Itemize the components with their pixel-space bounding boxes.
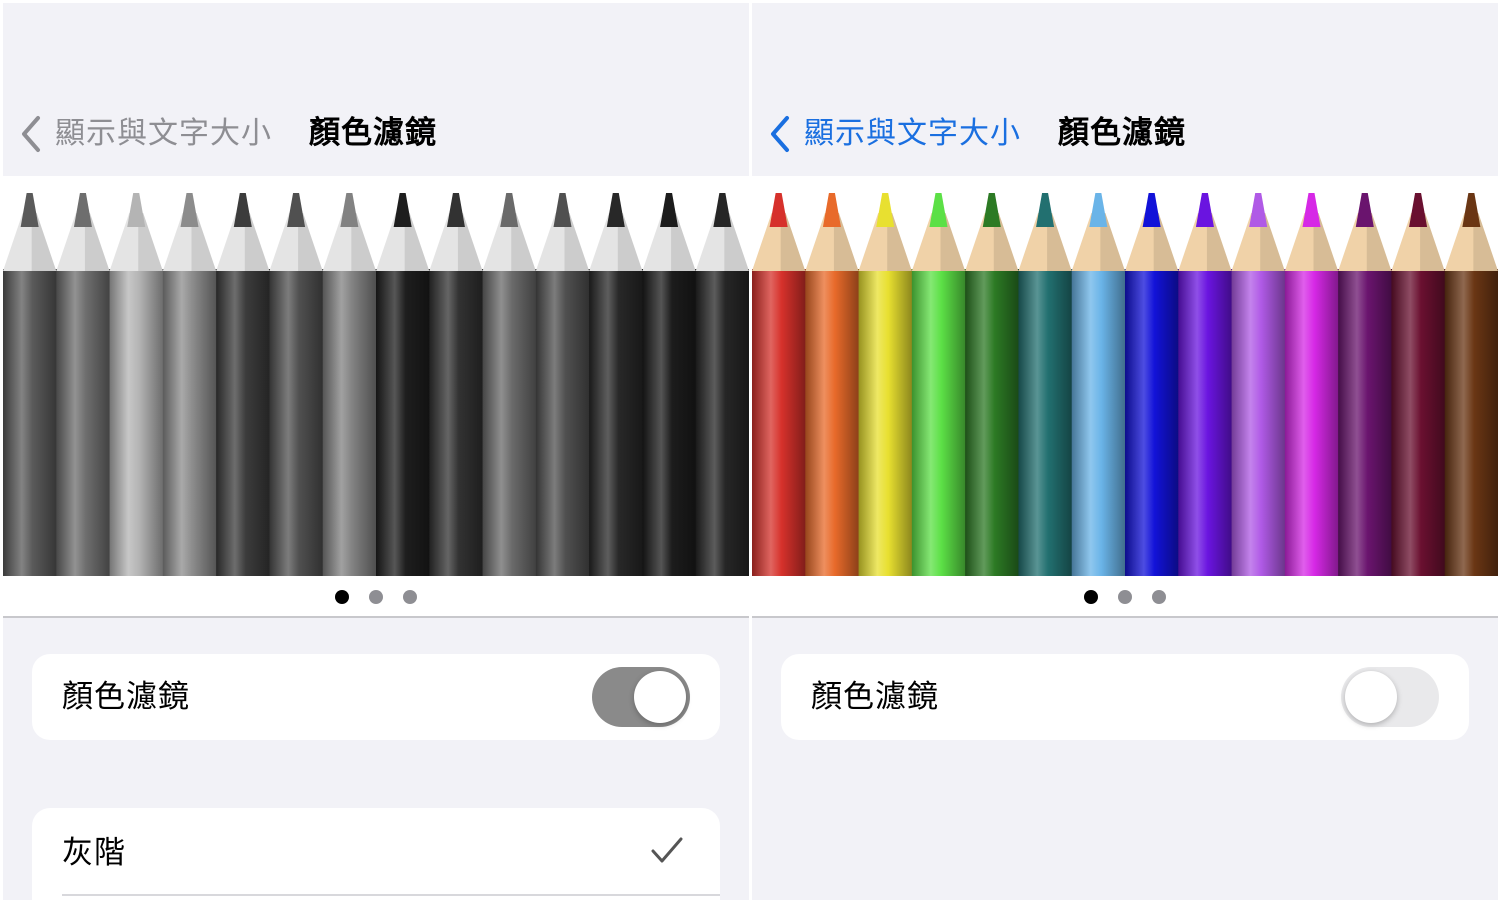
color-filters-label: 顏色濾鏡 xyxy=(811,679,939,715)
page-dot[interactable] xyxy=(369,590,383,604)
grayscale-option-label[interactable]: 灰階 xyxy=(62,832,126,874)
gray-pencil xyxy=(589,193,643,576)
color-pencil xyxy=(1178,193,1233,576)
left-settings-screen: 顯示與文字大小 顏色濾鏡 顏色濾鏡 灰階 xyxy=(3,3,749,900)
back-label: 顯示與文字大小 xyxy=(804,116,1021,151)
color-filters-toggle-row: 顏色濾鏡 xyxy=(781,654,1469,740)
page-dot[interactable] xyxy=(1118,590,1132,604)
color-pencil xyxy=(1231,193,1286,576)
back-button[interactable]: 顯示與文字大小 xyxy=(768,113,1021,155)
back-button[interactable]: 顯示與文字大小 xyxy=(19,113,272,155)
chevron-left-icon xyxy=(22,116,40,152)
gray-pencil xyxy=(482,193,537,576)
color-pencil xyxy=(911,193,966,576)
color-pencil xyxy=(1018,193,1073,576)
page-indicator xyxy=(752,590,1498,606)
page-dot[interactable] xyxy=(335,590,349,604)
divider xyxy=(752,616,1498,618)
gray-pencil xyxy=(269,193,324,576)
gray-pencil xyxy=(3,193,57,576)
color-filters-label: 顏色濾鏡 xyxy=(62,679,190,715)
gray-pencil xyxy=(695,193,749,576)
color-filters-switch[interactable] xyxy=(592,667,690,727)
filter-option-list: 灰階 xyxy=(32,808,720,900)
page-dot[interactable] xyxy=(403,590,417,604)
color-pencil xyxy=(1071,193,1126,576)
color-pencil xyxy=(752,193,806,576)
page-indicator xyxy=(3,590,749,606)
gray-pencil xyxy=(322,193,377,576)
gray-pencil xyxy=(535,193,590,576)
color-pencil xyxy=(965,193,1019,576)
gray-pencil xyxy=(429,193,484,576)
page-title: 顏色濾鏡 xyxy=(309,115,437,151)
chevron-left-icon xyxy=(771,116,789,152)
switch-knob xyxy=(634,671,686,723)
pencil-preview-image xyxy=(3,193,749,576)
color-filters-switch[interactable] xyxy=(1341,667,1439,727)
gray-pencil xyxy=(216,193,270,576)
page-title: 顏色濾鏡 xyxy=(1058,115,1186,151)
checkmark-icon xyxy=(651,837,683,863)
color-pencil xyxy=(1391,193,1446,576)
pencil-preview-image xyxy=(752,193,1498,576)
color-pencil xyxy=(1338,193,1392,576)
preview-image xyxy=(752,176,1498,616)
color-pencil xyxy=(1284,193,1339,576)
color-pencil xyxy=(805,193,860,576)
preview-image xyxy=(3,176,749,616)
divider xyxy=(3,616,749,618)
color-pencil xyxy=(1125,193,1179,576)
right-settings-screen: 顯示與文字大小 顏色濾鏡 顏色濾鏡 xyxy=(752,3,1498,900)
color-filters-toggle-row: 顏色濾鏡 xyxy=(32,654,720,740)
gray-pencil xyxy=(162,193,217,576)
gray-pencil xyxy=(56,193,111,576)
gray-pencil xyxy=(642,193,697,576)
back-label: 顯示與文字大小 xyxy=(55,116,272,151)
gray-pencil xyxy=(109,193,164,576)
option-separator xyxy=(62,894,720,896)
gray-pencil xyxy=(376,193,430,576)
color-pencil xyxy=(1444,193,1498,576)
navigation-bar: 顯示與文字大小 顏色濾鏡 xyxy=(3,103,749,165)
color-pencil xyxy=(858,193,913,576)
switch-knob xyxy=(1345,671,1397,723)
page-dot[interactable] xyxy=(1084,590,1098,604)
page-dot[interactable] xyxy=(1152,590,1166,604)
navigation-bar: 顯示與文字大小 顏色濾鏡 xyxy=(752,103,1498,165)
